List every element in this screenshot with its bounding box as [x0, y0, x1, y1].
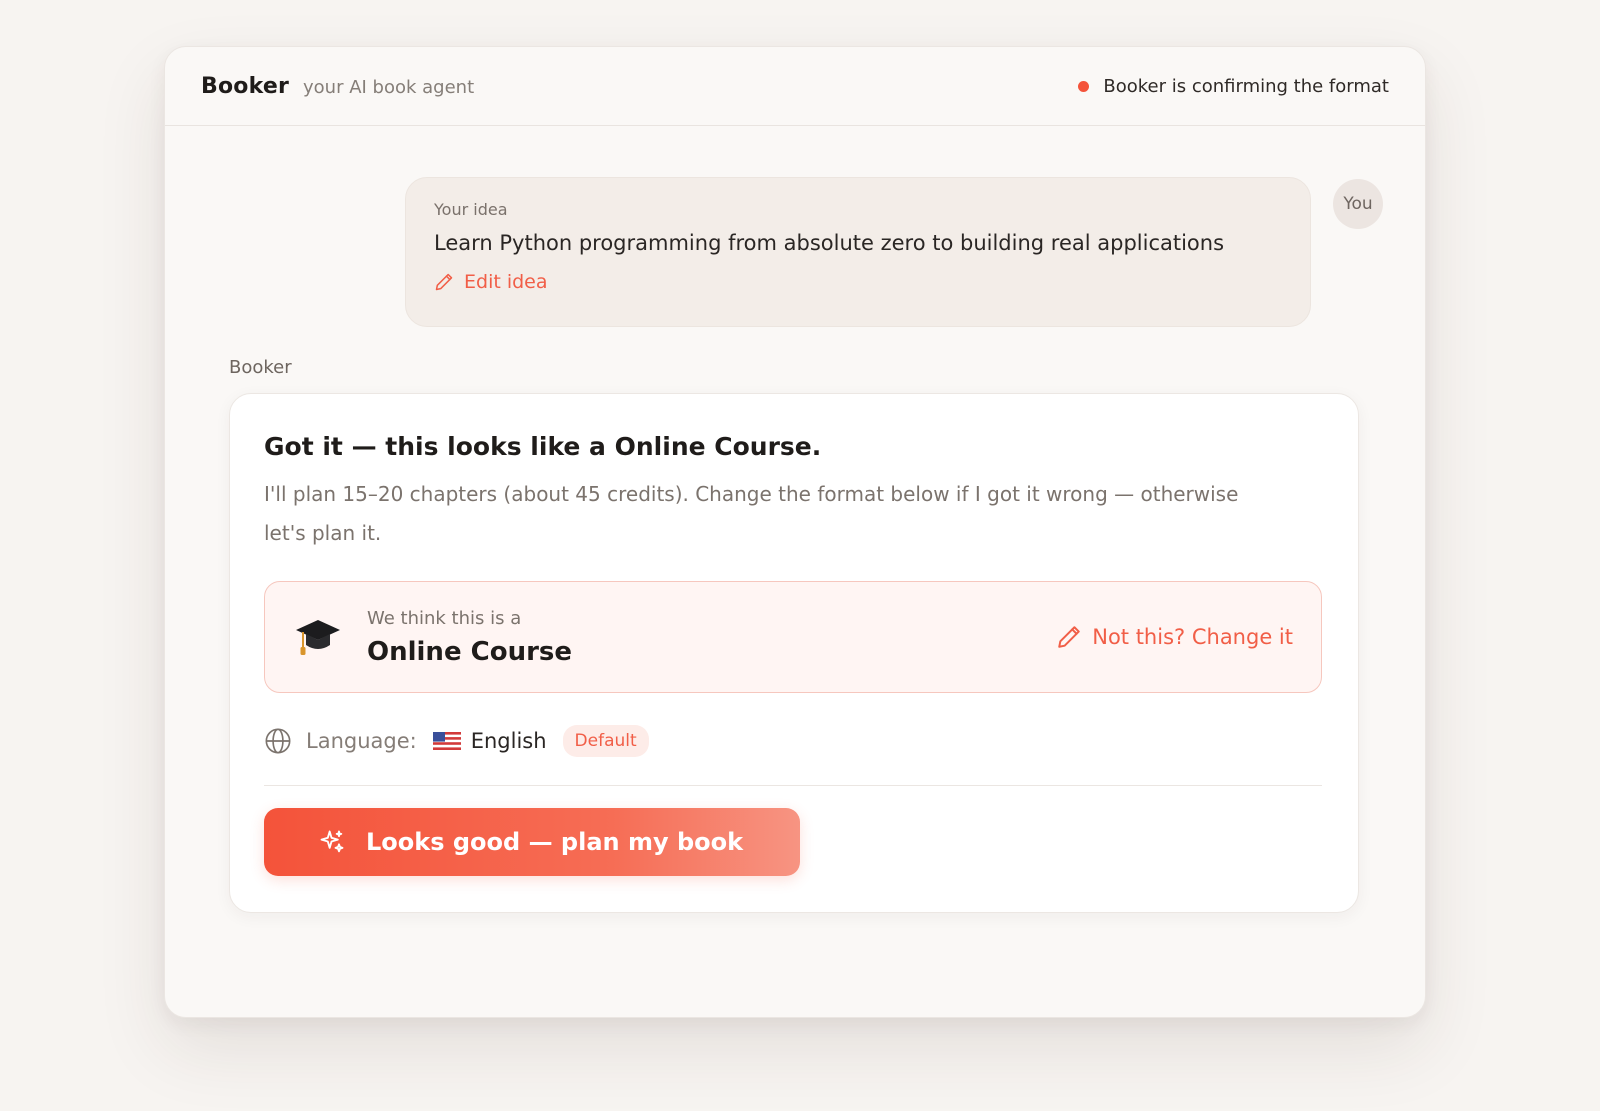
app-tagline: your AI book agent — [303, 76, 475, 98]
us-flag-icon — [432, 732, 461, 750]
user-idea-text: Learn Python programming from absolute z… — [434, 231, 1225, 255]
user-message-label: Your idea — [434, 200, 508, 219]
edit-idea-link[interactable]: Edit idea — [434, 271, 1282, 293]
language-row: Language: English Default — [264, 721, 1324, 761]
user-avatar: You — [1333, 179, 1383, 229]
default-badge: Default — [562, 725, 649, 757]
agent-message-description: I'll plan 15–20 chapters (about 45 credi… — [264, 482, 1239, 545]
pencil-icon — [1058, 626, 1080, 648]
header: Booker your AI book agent Booker is conf… — [165, 47, 1425, 126]
brand: Booker your AI book agent — [201, 74, 474, 99]
user-message-bubble: Your idea Learn Python programming from … — [405, 177, 1311, 327]
format-name: Online Course — [367, 636, 573, 667]
change-format-link[interactable]: Not this? Change it — [1056, 624, 1293, 650]
status-text: Booker is confirming the format — [1103, 75, 1389, 97]
format-text: We think this is a Online Course — [367, 608, 572, 667]
status-indicator: Booker is confirming the format — [1078, 76, 1389, 97]
plan-book-label: Looks good — plan my book — [366, 828, 744, 856]
agent-label: Booker — [229, 357, 292, 378]
globe-icon — [265, 728, 291, 754]
language-value[interactable]: English — [471, 729, 547, 753]
pencil-icon — [435, 273, 453, 291]
format-suggestion: We think this is a Online Course Not thi… — [264, 581, 1322, 693]
app-window: Booker your AI book agent Booker is conf… — [164, 46, 1426, 1018]
format-info: We think this is a Online Course — [293, 608, 572, 667]
format-intro: We think this is a — [367, 607, 522, 629]
status-dot-icon — [1078, 80, 1090, 92]
change-format-label: Not this? Change it — [1092, 625, 1293, 649]
graduation-cap-icon — [296, 620, 340, 655]
app-name: Booker — [201, 73, 290, 99]
agent-message-title: Got it — this looks like a Online Course… — [264, 432, 822, 461]
divider — [264, 785, 1322, 786]
sparkle-icon — [320, 830, 344, 853]
edit-idea-label: Edit idea — [464, 271, 548, 293]
agent-message-card: Got it — this looks like a Online Course… — [229, 393, 1359, 913]
plan-book-button[interactable]: Looks good — plan my book — [264, 808, 800, 876]
language-label: Language: — [306, 729, 417, 753]
